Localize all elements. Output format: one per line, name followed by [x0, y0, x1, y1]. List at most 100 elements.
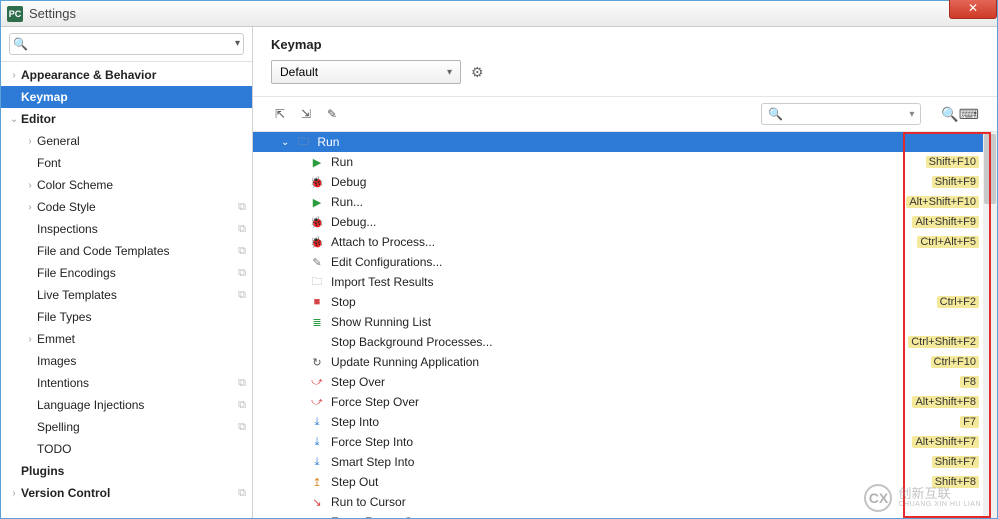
sidebar-item-label: TODO: [37, 442, 246, 456]
action-label: Show Running List: [331, 315, 979, 329]
sidebar-item-font[interactable]: Font: [1, 152, 252, 174]
keymap-action-run-[interactable]: ▶Run...Alt+Shift+F10: [253, 192, 997, 212]
collapse-all-button[interactable]: ⇲: [297, 105, 315, 123]
shortcut-badge: Ctrl+F10: [931, 356, 980, 368]
sidebar-item-spelling[interactable]: Spelling⧉: [1, 416, 252, 438]
expand-icon: ›: [23, 180, 37, 191]
sidebar-item-images[interactable]: Images: [1, 350, 252, 372]
cursor-icon: ↘: [309, 494, 325, 510]
sidebar-item-label: Live Templates: [37, 288, 238, 302]
keymap-profile-select[interactable]: Default ▾: [271, 60, 461, 84]
keymap-action-attach-to-process-[interactable]: 🐞Attach to Process...Ctrl+Alt+F5: [253, 232, 997, 252]
shortcut-badge: F8: [960, 376, 979, 388]
keymap-action-step-into[interactable]: ⤓Step IntoF7: [253, 412, 997, 432]
keymap-action-force-step-over[interactable]: ⤻Force Step OverAlt+Shift+F8: [253, 392, 997, 412]
sidebar-item-version-control[interactable]: ›Version Control⧉: [1, 482, 252, 504]
sidebar-item-editor[interactable]: ⌄Editor: [1, 108, 252, 130]
project-level-icon: ⧉: [238, 289, 246, 302]
scrollbar[interactable]: [983, 132, 997, 518]
sidebar-item-file-and-code-templates[interactable]: File and Code Templates⧉: [1, 240, 252, 262]
sidebar-item-intentions[interactable]: Intentions⧉: [1, 372, 252, 394]
sidebar-item-label: General: [37, 134, 246, 148]
expand-icon: ›: [7, 70, 21, 81]
cursor-icon: ↘: [309, 514, 325, 518]
action-label: Stop: [331, 295, 937, 309]
action-label: Step Out: [331, 475, 932, 489]
refresh-icon: ↻: [309, 354, 325, 370]
sidebar-item-appearance-behavior[interactable]: ›Appearance & Behavior: [1, 64, 252, 86]
toolbar: ⇱ ⇲ ✎ 🔍 ▾ 🔍⌨: [253, 96, 997, 131]
profile-row: Default ▾ ⚙: [253, 60, 997, 96]
keymap-action-edit-configurations-[interactable]: ✎ Edit Configurations...: [253, 252, 997, 272]
sidebar-item-label: Images: [37, 354, 246, 368]
action-label: Edit Configurations...: [331, 255, 979, 269]
sidebar-search-input[interactable]: [9, 33, 244, 55]
stepover-icon: ⤻: [309, 374, 325, 390]
shortcut-badge: Alt+Shift+F7: [912, 436, 979, 448]
chevron-down-icon: ▾: [447, 67, 452, 78]
sidebar: 🔍 ▾ ›Appearance & BehaviorKeymap⌄Editor›…: [1, 27, 253, 518]
action-label: Run: [331, 155, 926, 169]
project-level-icon: ⧉: [238, 377, 246, 390]
sidebar-item-general[interactable]: ›General: [1, 130, 252, 152]
shortcut-badge: Alt+Shift+F10: [906, 196, 979, 208]
sidebar-item-label: Color Scheme: [37, 178, 246, 192]
scrollbar-thumb[interactable]: [984, 134, 996, 204]
sidebar-item-file-encodings[interactable]: File Encodings⧉: [1, 262, 252, 284]
gear-icon[interactable]: ⚙: [471, 64, 484, 81]
app-icon: PC: [7, 6, 23, 22]
keymap-action-smart-step-into[interactable]: ⤓Smart Step IntoShift+F7: [253, 452, 997, 472]
keymap-action-show-running-list[interactable]: ≣Show Running List: [253, 312, 997, 332]
edit-shortcut-button[interactable]: ✎: [323, 105, 341, 123]
action-search-input[interactable]: 🔍 ▾: [761, 103, 921, 125]
expand-icon: ›: [7, 488, 21, 499]
find-action-by-shortcut-button[interactable]: 🔍⌨: [941, 106, 979, 123]
keymap-action-run[interactable]: ▶RunShift+F10: [253, 152, 997, 172]
chevron-down-icon[interactable]: ▾: [235, 38, 240, 49]
sidebar-item-label: File Types: [37, 310, 246, 324]
stop-icon: ■: [309, 294, 325, 310]
sidebar-item-keymap[interactable]: Keymap: [1, 86, 252, 108]
keymap-action-step-over[interactable]: ⤻ Step OverF8: [253, 372, 997, 392]
bug-icon: 🐞: [309, 214, 325, 230]
chevron-down-icon: ⌄: [281, 137, 289, 148]
keymap-action-stop-background-processes-[interactable]: Stop Background Processes...Ctrl+Shift+F…: [253, 332, 997, 352]
keymap-action-debug-[interactable]: 🐞Debug...Alt+Shift+F9: [253, 212, 997, 232]
sidebar-item-plugins[interactable]: Plugins: [1, 460, 252, 482]
shortcut-badge: Shift+F7: [932, 456, 979, 468]
expand-all-button[interactable]: ⇱: [271, 105, 289, 123]
keymap-action-force-step-into[interactable]: ⤓Force Step IntoAlt+Shift+F7: [253, 432, 997, 452]
project-level-icon: ⧉: [238, 201, 246, 214]
keymap-action-stop[interactable]: ■StopCtrl+F2: [253, 292, 997, 312]
sidebar-item-label: Version Control: [21, 486, 238, 500]
sidebar-item-label: File Encodings: [37, 266, 238, 280]
sidebar-item-inspections[interactable]: Inspections⧉: [1, 218, 252, 240]
sidebar-item-live-templates[interactable]: Live Templates⧉: [1, 284, 252, 306]
keymap-action-update-running-application[interactable]: ↻Update Running ApplicationCtrl+F10: [253, 352, 997, 372]
settings-window: PC Settings ✕ 🔍 ▾ ›Appearance & Behavior…: [0, 0, 998, 519]
stepout-icon: ↥: [309, 474, 325, 490]
action-label: Step Over: [331, 375, 960, 389]
action-label: Debug: [331, 175, 932, 189]
pencil-icon: ✎: [309, 254, 325, 270]
action-label: Force Step Into: [331, 435, 912, 449]
keymap-action-debug[interactable]: 🐞DebugShift+F9: [253, 172, 997, 192]
sidebar-item-language-injections[interactable]: Language Injections⧉: [1, 394, 252, 416]
sidebar-item-color-scheme[interactable]: ›Color Scheme: [1, 174, 252, 196]
sidebar-item-todo[interactable]: TODO: [1, 438, 252, 460]
action-label: Run...: [331, 195, 906, 209]
keymap-action-force-run-to-cursor[interactable]: ↘Force Run to Cursor: [253, 512, 997, 518]
chevron-down-icon: ▾: [909, 109, 914, 120]
sidebar-item-file-types[interactable]: File Types: [1, 306, 252, 328]
titlebar: PC Settings ✕: [1, 1, 997, 27]
keymap-action-import-test-results[interactable]: 🗀Import Test Results: [253, 272, 997, 292]
action-label: Force Step Over: [331, 395, 912, 409]
close-button[interactable]: ✕: [949, 0, 997, 19]
action-label: Attach to Process...: [331, 235, 917, 249]
sidebar-item-emmet[interactable]: ›Emmet: [1, 328, 252, 350]
tree-group-run[interactable]: ⌄ 🗀 Run: [253, 132, 997, 152]
folder-icon: 🗀: [309, 274, 325, 290]
sidebar-item-label: Intentions: [37, 376, 238, 390]
sidebar-item-code-style[interactable]: ›Code Style⧉: [1, 196, 252, 218]
sidebar-item-label: Font: [37, 156, 246, 170]
